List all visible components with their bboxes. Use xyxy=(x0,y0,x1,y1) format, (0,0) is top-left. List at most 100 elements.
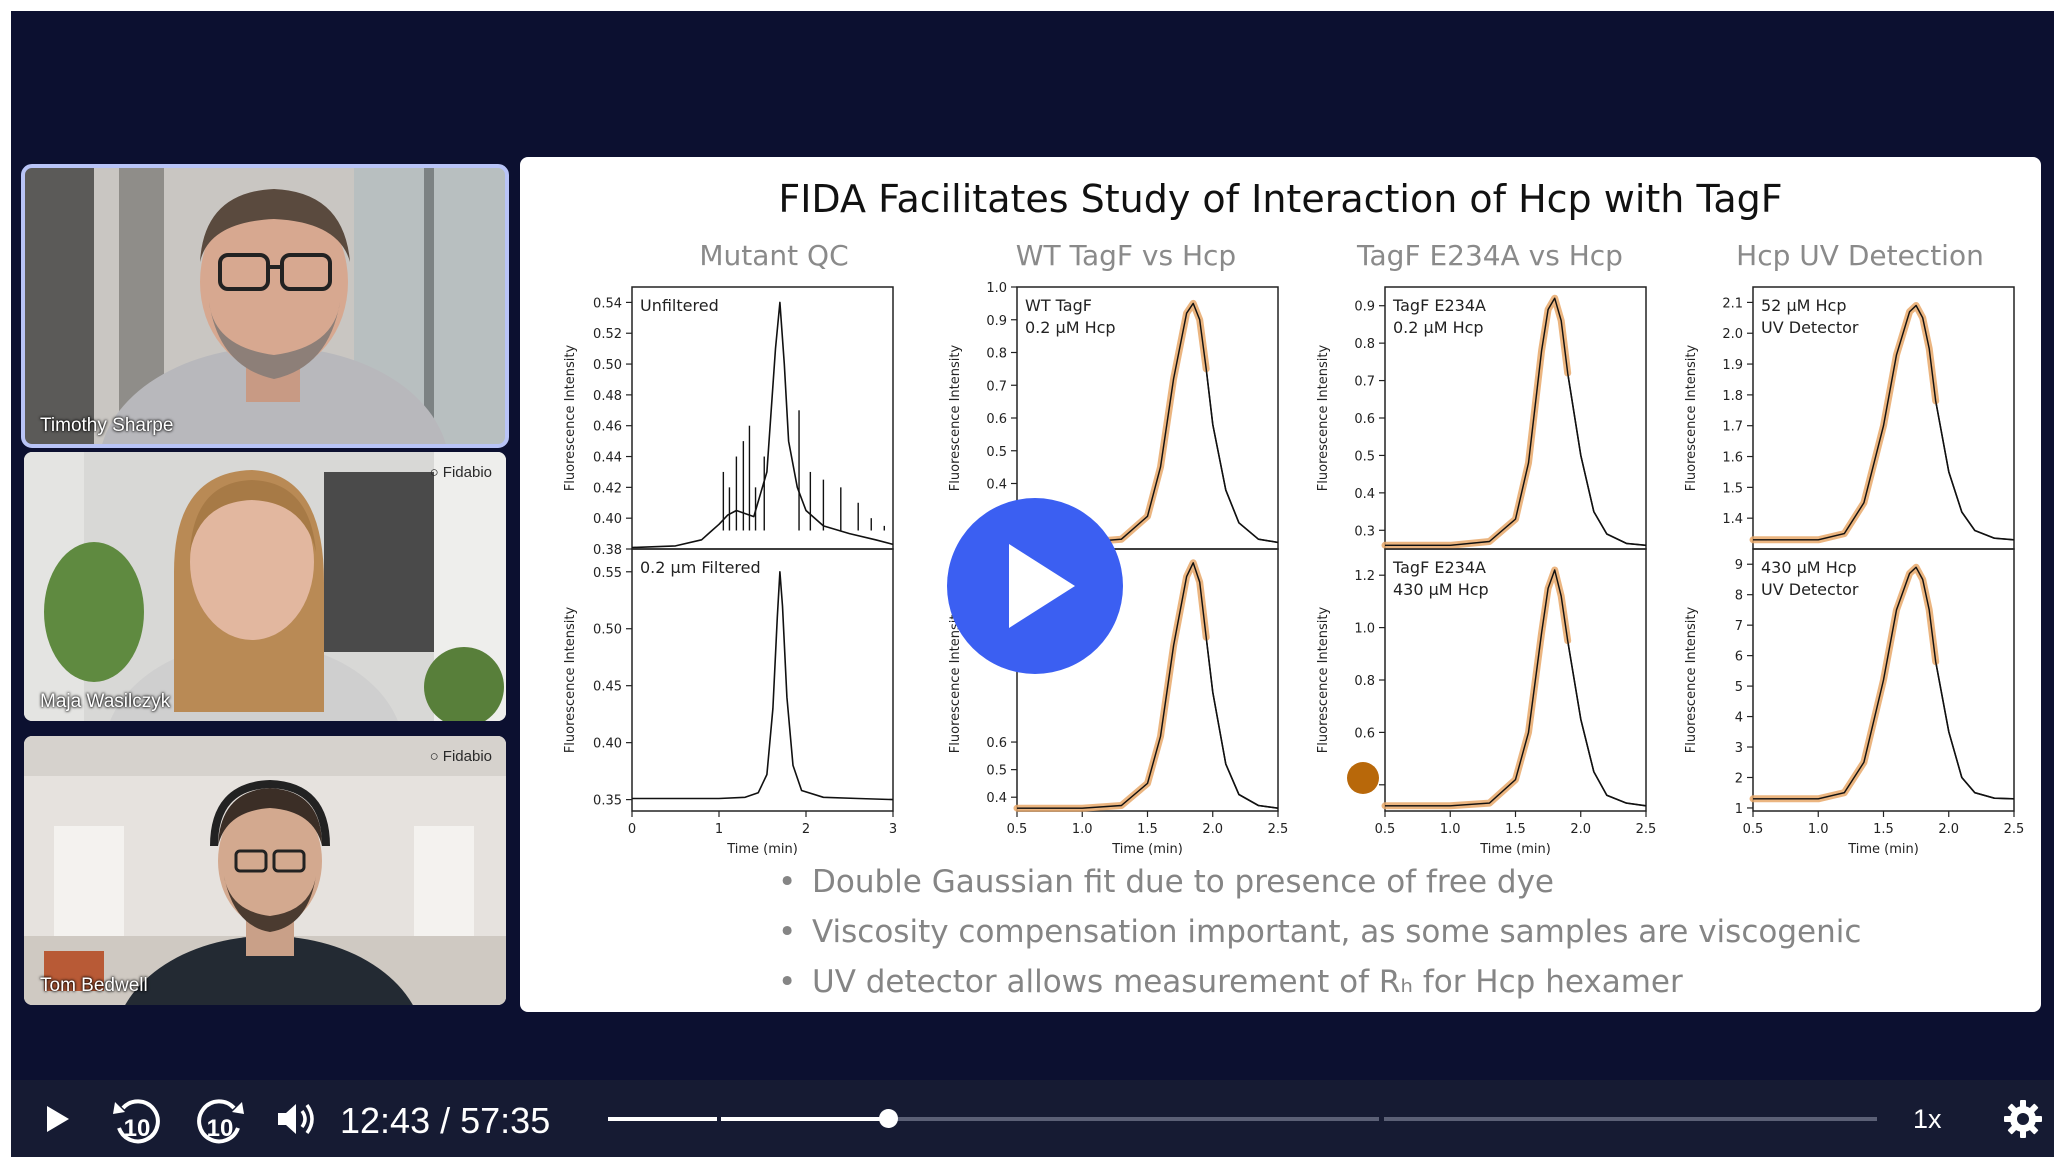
y-tick-label: 1.0 xyxy=(1354,622,1375,637)
fit-line xyxy=(1749,563,1940,803)
y-tick-label: 1.5 xyxy=(1722,481,1743,496)
plot-annotation: 0.2 µM Hcp xyxy=(1393,318,1484,337)
y-tick-label: 0.44 xyxy=(593,451,622,466)
x-tick-label: 2.0 xyxy=(1202,822,1223,837)
y-tick-label: 0.42 xyxy=(593,481,622,496)
play-icon xyxy=(47,1105,69,1132)
y-tick-label: 0.52 xyxy=(593,327,622,342)
y-tick-label: 4 xyxy=(1735,711,1743,726)
x-tick-label: 0.5 xyxy=(1007,822,1028,837)
y-tick-label: 0.54 xyxy=(593,296,622,311)
y-tick-label: 0.50 xyxy=(593,623,622,638)
play-button[interactable] xyxy=(35,1080,81,1157)
participant-tile[interactable]: ○ Fidabio Tom Bedwell xyxy=(24,736,506,1005)
brand-logo: ○ Fidabio xyxy=(429,464,492,481)
y-tick-label: 0.8 xyxy=(1354,674,1375,689)
rewind-10-icon: 10 xyxy=(113,1098,160,1143)
x-tick-label: 1.5 xyxy=(1873,822,1894,837)
x-axis-label: Time (min) xyxy=(726,842,798,857)
x-axis-label: Time (min) xyxy=(1111,842,1183,857)
y-tick-label: 0.6 xyxy=(986,736,1007,751)
y-tick-label: 0.40 xyxy=(593,737,622,752)
y-tick-label: 0.9 xyxy=(1354,300,1375,315)
chapter-segment[interactable] xyxy=(608,1117,717,1121)
forward-10-icon: 10 xyxy=(197,1098,244,1143)
y-tick-label: 0.8 xyxy=(1354,337,1375,352)
y-tick-label: 6 xyxy=(1735,650,1743,665)
y-tick-label: 1.4 xyxy=(1722,512,1743,527)
y-tick-label: 0.7 xyxy=(986,379,1007,394)
y-tick-label: 1 xyxy=(1735,802,1743,817)
video-player[interactable]: Timothy Sharpe ○ Fidabio Maja Wasilczyk xyxy=(11,11,2054,1157)
y-tick-label: 1.0 xyxy=(986,281,1007,296)
y-axis-label: Fluorescence Intensity xyxy=(1684,345,1699,492)
participant-tile[interactable]: ○ Fidabio Maja Wasilczyk xyxy=(24,452,506,721)
bullet-item: Double Gaussian fit due to presence of f… xyxy=(778,857,1861,907)
plot-annotation: UV Detector xyxy=(1761,580,1859,599)
y-tick-label: 2.1 xyxy=(1722,296,1743,311)
y-tick-label: 7 xyxy=(1735,619,1743,634)
y-axis-label: Fluorescence Intensity xyxy=(563,607,578,754)
data-line xyxy=(632,570,894,801)
participant-video xyxy=(24,452,506,721)
y-axis-label: Fluorescence Intensity xyxy=(1316,607,1331,754)
y-tick-label: 0.48 xyxy=(593,389,622,404)
y-tick-label: 0.38 xyxy=(593,543,622,558)
y-tick-label: 2 xyxy=(1735,771,1743,786)
y-tick-label: 0.50 xyxy=(593,358,622,373)
chapter-segment[interactable] xyxy=(1384,1117,1877,1121)
y-tick-label: 0.40 xyxy=(593,512,622,527)
y-tick-label: 0.4 xyxy=(1354,487,1375,502)
plot-annotation: 430 µM Hcp xyxy=(1761,558,1857,577)
control-bar: 10 10 12:43 / 57:35 1x xyxy=(11,1080,2054,1157)
chart-panel: 0.3 0.4 0.5 0.6 0.7 0.8 0.9 Fluorescence Intens… xyxy=(1316,286,1647,550)
y-tick-label: 0.6 xyxy=(1354,412,1375,427)
y-tick-label: 0.6 xyxy=(1354,726,1375,741)
x-tick-label: 1.0 xyxy=(1072,822,1093,837)
duration: 57:35 xyxy=(460,1100,551,1141)
plot-annotation: 52 µM Hcp xyxy=(1761,296,1847,315)
y-tick-label: 2.0 xyxy=(1722,327,1743,342)
brand-name: Fidabio xyxy=(442,748,492,765)
plot-annotation: WT TagF xyxy=(1025,296,1092,315)
volume-icon xyxy=(278,1103,314,1134)
chart-grid: 0.380.400.420.440.460.480.500.520.54Fluo… xyxy=(563,281,2024,857)
x-tick-label: 1.0 xyxy=(1440,822,1461,837)
data-line xyxy=(631,301,894,549)
big-play-button[interactable] xyxy=(947,498,1123,674)
settings-button[interactable] xyxy=(2002,1080,2044,1157)
brand-name: Fidabio xyxy=(442,464,492,481)
chapter-segment[interactable] xyxy=(721,1117,1379,1121)
participant-name: Timothy Sharpe xyxy=(40,415,174,436)
y-tick-label: 1.7 xyxy=(1722,420,1743,435)
volume-button[interactable] xyxy=(273,1080,321,1157)
participant-tile[interactable]: Timothy Sharpe xyxy=(21,164,509,448)
y-tick-label: 0.45 xyxy=(593,680,622,695)
y-tick-label: 0.35 xyxy=(593,794,622,809)
playback-speed-button[interactable]: 1x xyxy=(1913,1104,1942,1135)
x-axis-label: Time (min) xyxy=(1479,842,1551,857)
chart-panel: 1.4 1.5 1.6 1.7 1.8 1.9 2.0 2.1 Fluorescence Int… xyxy=(1684,286,2015,550)
shared-slide: FIDA Facilitates Study of Interaction of… xyxy=(520,157,2041,1012)
forward-label: 10 xyxy=(207,1115,234,1142)
seek-handle[interactable] xyxy=(879,1109,899,1128)
y-tick-label: 0.3 xyxy=(1354,524,1375,539)
current-time: 12:43 xyxy=(340,1100,431,1141)
y-axis-label: Fluorescence Intensity xyxy=(563,345,578,492)
fit-line xyxy=(1749,302,1940,544)
forward-10-button[interactable]: 10 xyxy=(189,1080,251,1157)
x-tick-label: 3 xyxy=(889,822,897,837)
chart-panel: 0.35 0.40 0.45 0.50 0.55 0 1 2 3 Fluorescence Int… xyxy=(563,548,897,857)
x-tick-label: 1.0 xyxy=(1808,822,1829,837)
brand-logo: ○ Fidabio xyxy=(429,748,492,765)
plot-frame xyxy=(631,286,894,550)
rewind-10-button[interactable]: 10 xyxy=(106,1080,168,1157)
y-axis-label: Fluorescence Intensity xyxy=(1316,345,1331,492)
y-axis-label: Fluorescence Intensity xyxy=(948,345,963,492)
participant-video xyxy=(24,736,506,1005)
participant-name: Maja Wasilczyk xyxy=(40,691,171,712)
bullet-item: UV detector allows measurement of Rₕ for… xyxy=(778,957,1861,1007)
x-tick-label: 1.5 xyxy=(1505,822,1526,837)
participant-video xyxy=(24,167,506,445)
y-tick-label: 0.4 xyxy=(986,478,1007,493)
